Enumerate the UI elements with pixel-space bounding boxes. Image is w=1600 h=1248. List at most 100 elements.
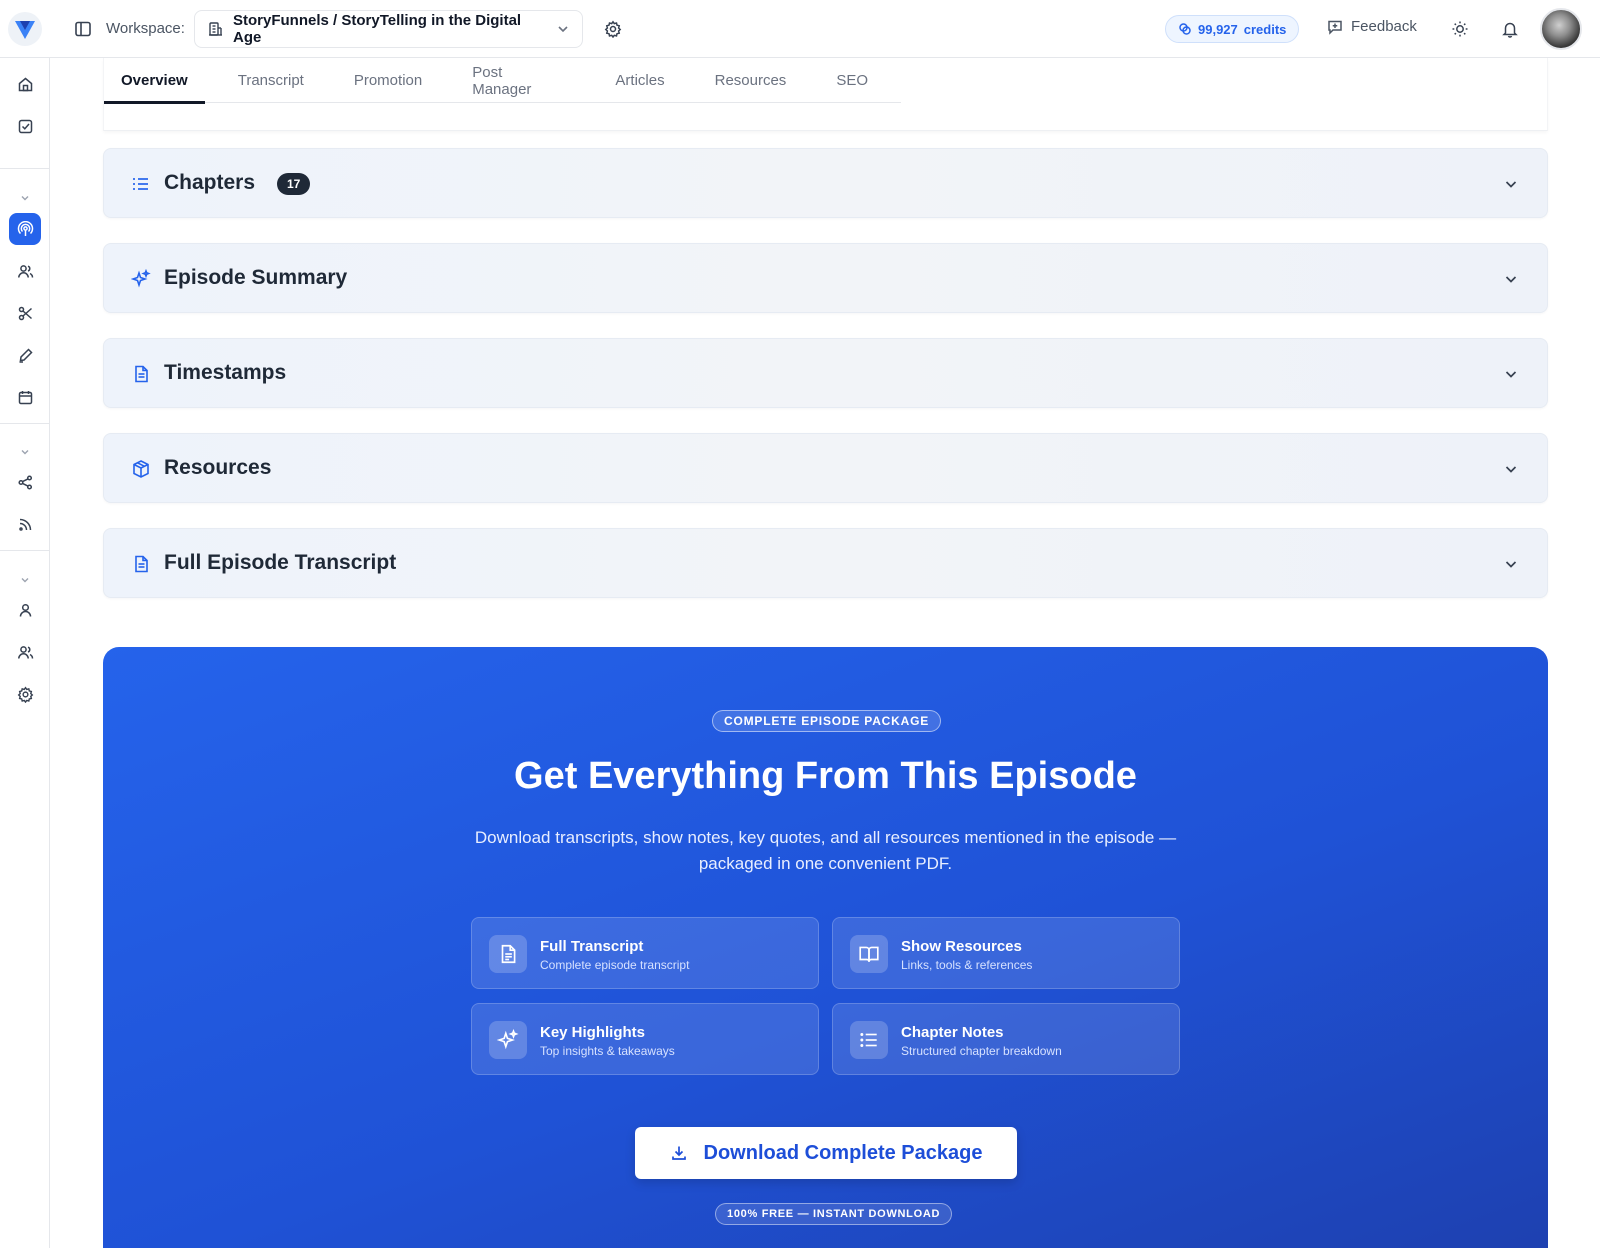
nav-share[interactable] [9, 466, 41, 498]
workspace-settings-button[interactable] [602, 18, 624, 40]
user-avatar[interactable] [1540, 8, 1582, 50]
coins-icon [1179, 23, 1191, 35]
nav-tasks[interactable] [9, 110, 41, 142]
chevron-down-icon [1501, 174, 1521, 194]
workspace-label: Workspace: [106, 20, 185, 37]
section-title: Episode Summary [164, 266, 348, 289]
nav-clips[interactable] [9, 297, 41, 329]
sun-icon [1452, 21, 1468, 37]
theme-toggle-button[interactable] [1449, 18, 1471, 40]
credits-unit: credits [1243, 21, 1287, 37]
nav-group-toggle[interactable] [17, 190, 33, 206]
workspace-name: StoryFunnels / StoryTelling in the Digit… [233, 12, 522, 46]
nav-settings[interactable] [9, 678, 41, 710]
sparkles-icon [489, 1021, 527, 1059]
download-package-button[interactable]: Download Complete Package [635, 1127, 1017, 1179]
sidebar-icon [75, 21, 91, 37]
tab-bar: Overview Transcript Promotion Post Manag… [104, 58, 901, 104]
tab-overview[interactable]: Overview [104, 58, 205, 104]
nav-group-toggle[interactable] [17, 444, 33, 460]
tab-transcript[interactable]: Transcript [221, 58, 321, 103]
document-icon [130, 363, 152, 385]
chevron-down-icon [558, 26, 568, 33]
feature-subtitle: Links, tools & references [901, 958, 1033, 972]
nav-write[interactable] [9, 339, 41, 371]
download-package-card: COMPLETE EPISODE PACKAGE Get Everything … [103, 647, 1548, 1248]
rail-divider [0, 168, 49, 169]
pen-icon [19, 347, 33, 363]
chevron-down-icon [1501, 269, 1521, 289]
scissors-icon [18, 306, 32, 320]
section-title: Timestamps [164, 361, 287, 384]
section-episode-summary[interactable]: Episode Summary [103, 243, 1548, 313]
tab-post-manager[interactable]: Post Manager [455, 58, 582, 103]
gear-icon [604, 20, 622, 38]
left-rail [0, 58, 50, 1248]
feature-title: Full Transcript [540, 938, 644, 955]
free-download-badge: 100% FREE — INSTANT DOWNLOAD [715, 1203, 953, 1225]
checkbox-icon [18, 119, 32, 133]
sidebar-toggle-button[interactable] [72, 18, 94, 40]
podcast-icon [17, 220, 33, 236]
feature-title: Chapter Notes [901, 1024, 1004, 1041]
nav-guests[interactable] [9, 255, 41, 287]
feedback-button[interactable]: Feedback [1327, 18, 1417, 35]
workspace-select[interactable]: StoryFunnels / StoryTelling in the Digit… [194, 10, 583, 48]
home-icon [18, 77, 32, 91]
section-chapters[interactable]: Chapters 17 [103, 148, 1548, 218]
document-icon [130, 553, 152, 575]
share-icon [17, 474, 32, 490]
feature-chapter-notes: Chapter Notes Structured chapter breakdo… [832, 1003, 1180, 1075]
chevron-down-icon [1501, 459, 1521, 479]
chevron-down-icon [21, 450, 29, 455]
section-resources[interactable]: Resources [103, 433, 1548, 503]
feedback-label: Feedback [1351, 18, 1417, 35]
section-full-transcript[interactable]: Full Episode Transcript [103, 528, 1548, 598]
credits-value: 99,927 [1198, 21, 1238, 37]
promo-description: Download transcripts, show notes, key qu… [474, 828, 1177, 873]
nav-team[interactable] [9, 636, 41, 668]
building-icon [209, 22, 222, 36]
section-title: Full Episode Transcript [164, 551, 397, 574]
list-icon [850, 1021, 888, 1059]
nav-home[interactable] [9, 68, 41, 100]
feature-title: Key Highlights [540, 1024, 646, 1041]
app-logo[interactable] [8, 12, 42, 46]
tab-seo[interactable]: SEO [819, 58, 885, 103]
users-icon [17, 645, 33, 659]
tab-articles[interactable]: Articles [598, 58, 681, 103]
sparkles-icon [130, 268, 152, 290]
nav-calendar[interactable] [9, 381, 41, 413]
feature-show-resources: Show Resources Links, tools & references [832, 917, 1180, 989]
message-plus-icon [1328, 20, 1342, 35]
nav-rss[interactable] [9, 508, 41, 540]
document-icon [489, 935, 527, 973]
logo-icon [15, 21, 35, 39]
calendar-icon [18, 390, 32, 404]
package-eyebrow-badge: COMPLETE EPISODE PACKAGE [712, 710, 942, 732]
credits-badge[interactable]: 99,927 credits [1165, 15, 1300, 43]
notifications-button[interactable] [1499, 18, 1521, 40]
section-title: Chapters [164, 171, 256, 194]
download-icon [671, 1146, 686, 1160]
chevron-down-icon [21, 578, 29, 583]
download-button-label: Download Complete Package [703, 1141, 983, 1164]
gear-icon [17, 685, 33, 703]
feature-full-transcript: Full Transcript Complete episode transcr… [471, 917, 819, 989]
nav-podcasts[interactable] [9, 213, 41, 245]
tab-promotion[interactable]: Promotion [337, 58, 439, 103]
nav-profile[interactable] [9, 594, 41, 626]
feature-subtitle: Top insights & takeaways [540, 1044, 675, 1058]
feature-key-highlights: Key Highlights Top insights & takeaways [471, 1003, 819, 1075]
feature-subtitle: Structured chapter breakdown [901, 1044, 1062, 1058]
section-title: Resources [164, 456, 272, 479]
bell-icon [1502, 22, 1518, 38]
section-timestamps[interactable]: Timestamps [103, 338, 1548, 408]
promo-title: Get Everything From This Episode [514, 755, 1137, 797]
top-bar: Workspace: StoryFunnels / StoryTelling i… [0, 0, 1600, 58]
tab-resources[interactable]: Resources [698, 58, 804, 103]
count-badge: 17 [277, 173, 311, 195]
chevron-down-icon [1501, 554, 1521, 574]
feature-title: Show Resources [901, 938, 1022, 955]
nav-group-toggle[interactable] [17, 572, 33, 588]
